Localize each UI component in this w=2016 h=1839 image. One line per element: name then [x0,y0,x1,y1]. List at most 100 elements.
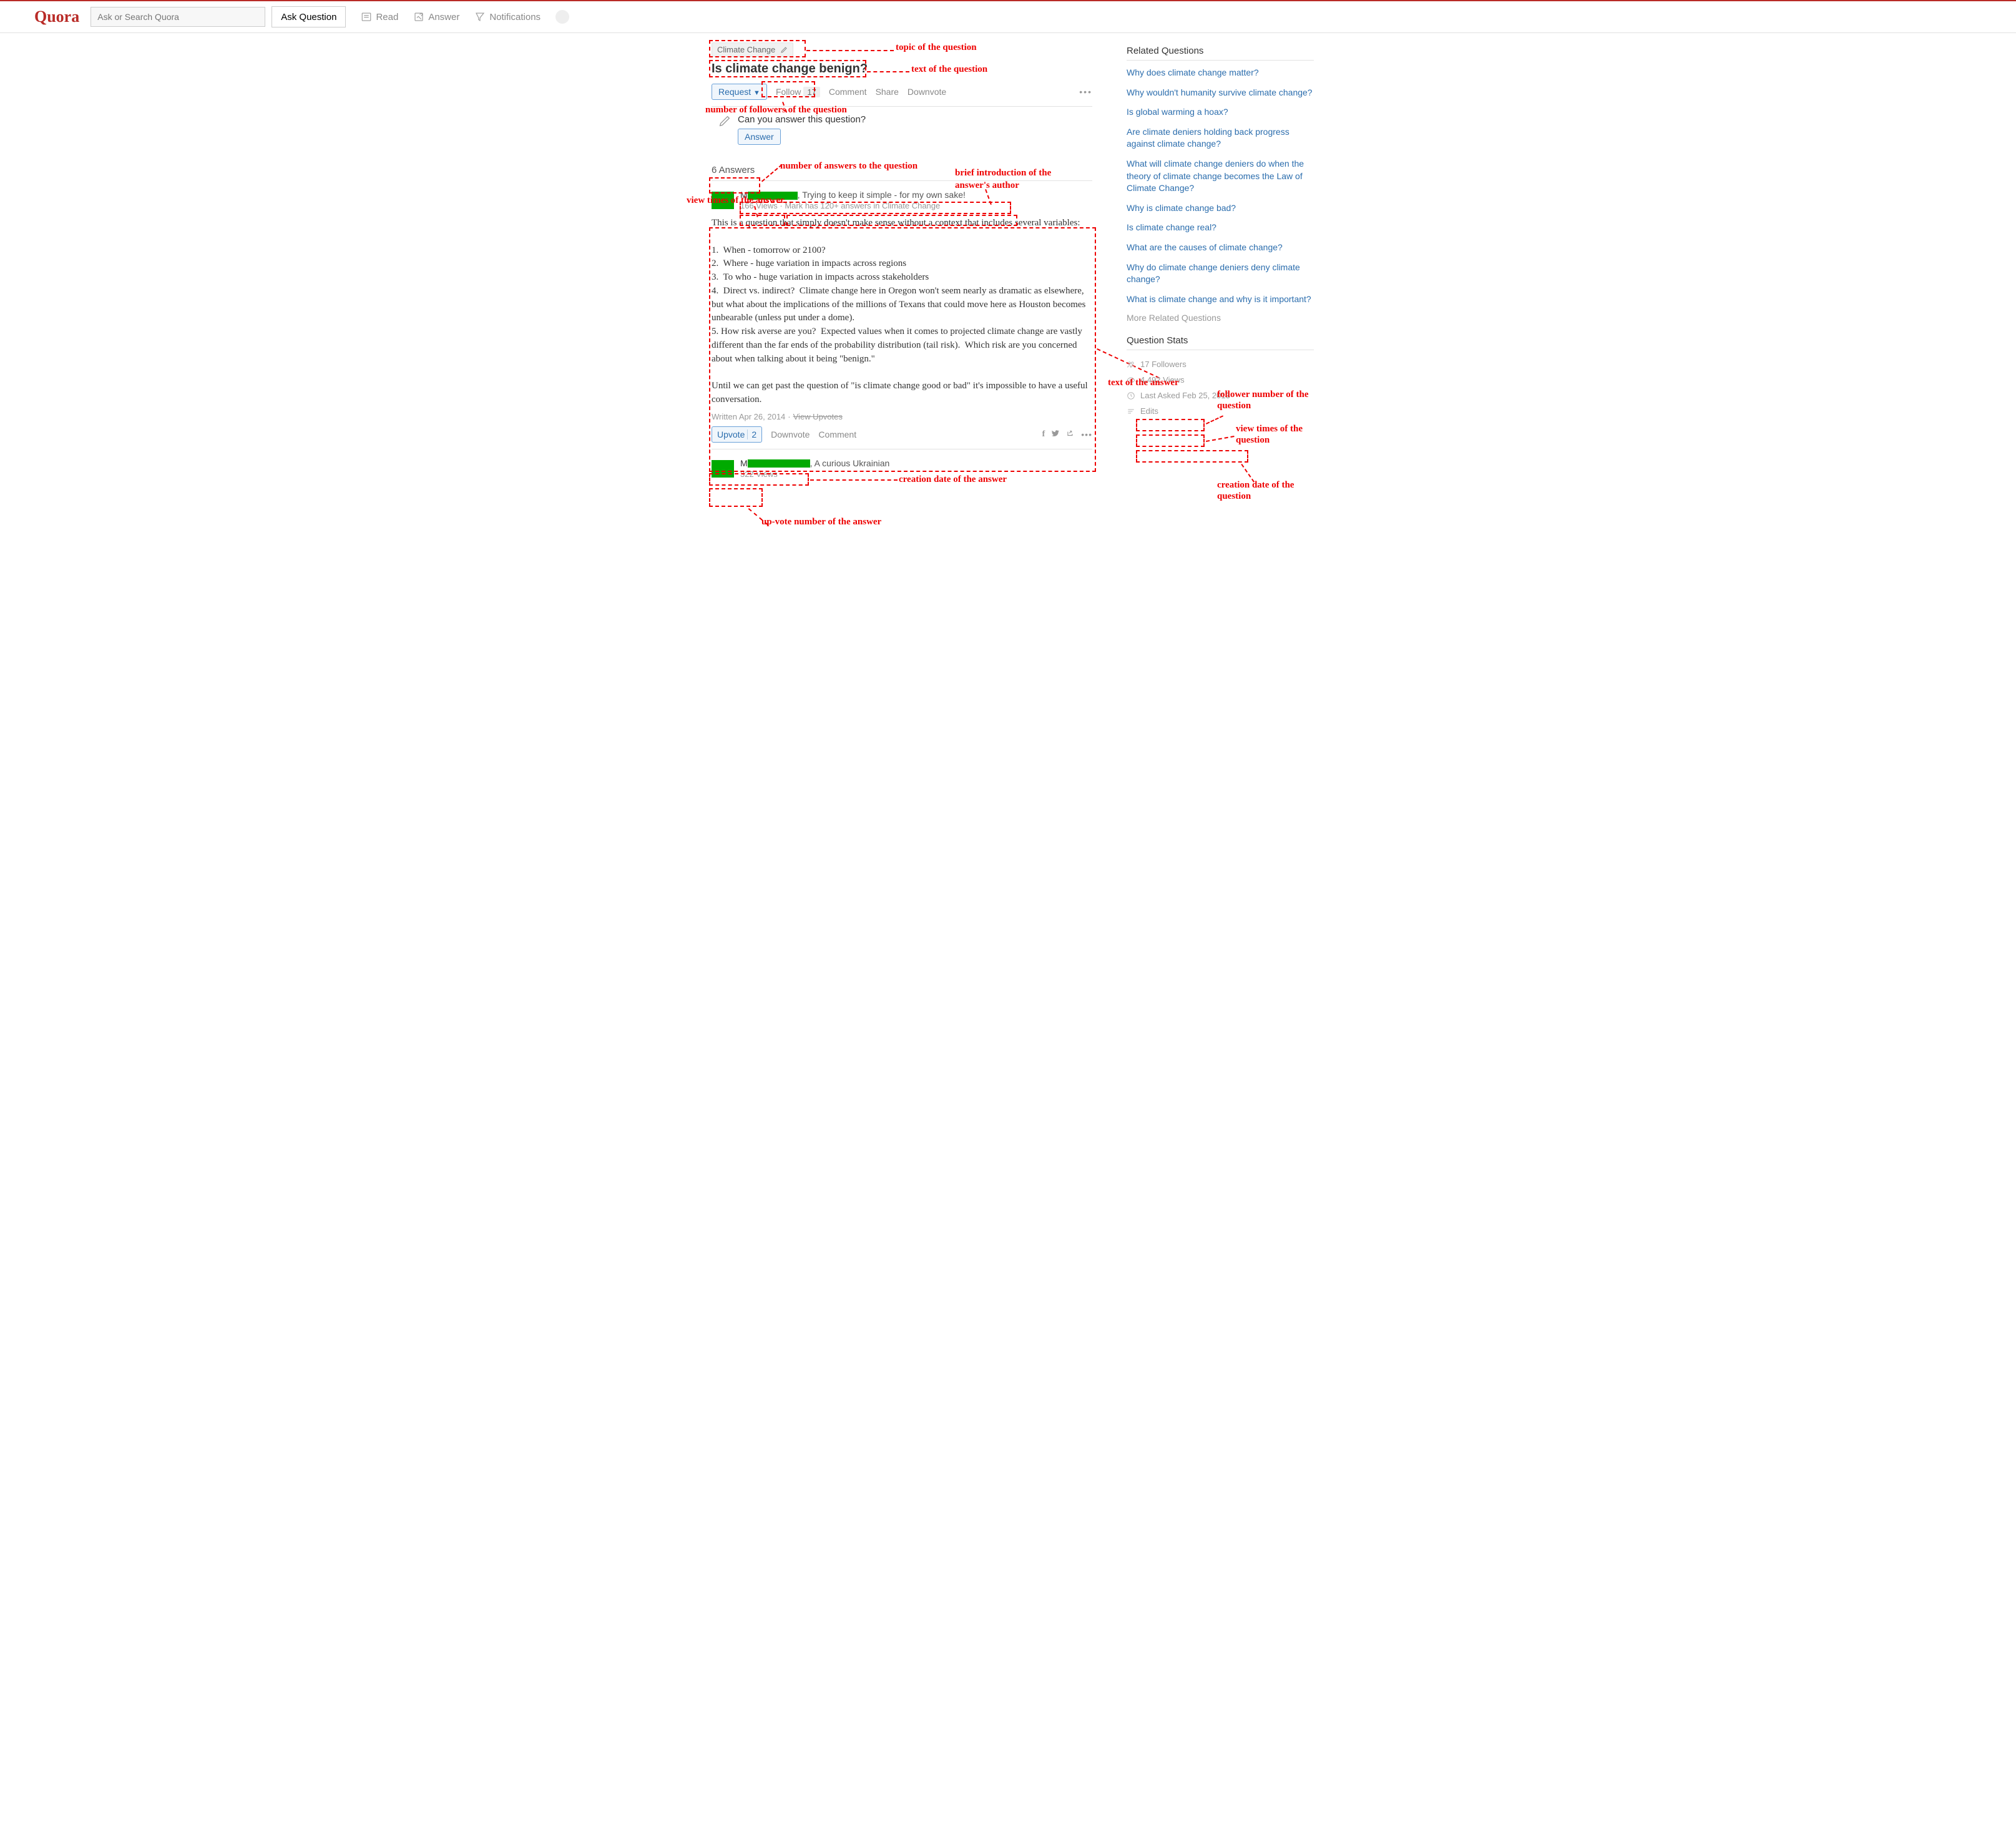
anno-label-upvotes: up-vote number of the answer [761,517,881,527]
answer-prompt: Can you answer this question? Answer [712,107,1092,152]
related-questions-title: Related Questions [1127,46,1314,61]
read-icon [361,11,372,22]
anno-box-qviews [1136,434,1205,447]
page-content: Climate Change Is climate change benign?… [677,33,1339,504]
twitter-icon[interactable] [1051,429,1060,439]
facebook-icon[interactable]: f [1042,429,1045,439]
more-related-link[interactable]: More Related Questions [1127,313,1314,323]
nav-answer[interactable]: Answer [413,11,459,22]
answer-comment-link[interactable]: Comment [818,429,856,439]
answer-icon [413,11,424,22]
eye-icon [1127,376,1135,385]
list-item: Why is climate change bad? [1127,202,1314,215]
anno-line [748,508,768,525]
answer-block: M, A curious Ukrainian 322 Views [712,449,1092,479]
answer-date: Written Apr 26, 2014 [712,412,785,421]
nav-notifications[interactable]: Notifications [474,11,541,22]
related-questions-list: Why does climate change matter? Why woul… [1127,67,1314,305]
list-item: What are the causes of climate change? [1127,242,1314,254]
anno-line [1241,464,1255,483]
comment-link[interactable]: Comment [829,87,867,97]
follow-count: 17 [803,87,820,97]
downvote-link[interactable]: Downvote [908,87,946,97]
quora-logo[interactable]: Quora [34,7,79,26]
followers-icon [1127,360,1135,369]
user-avatar[interactable] [555,10,569,24]
related-link[interactable]: Why wouldn't humanity survive climate ch… [1127,87,1313,97]
more-options-icon[interactable]: ••• [1079,87,1092,97]
answer-downvote-link[interactable]: Downvote [771,429,810,439]
stats-views: 4,492 Views [1127,372,1314,388]
sidebar: Related Questions Why does climate chang… [1127,42,1314,479]
anno-label-qviews: view times of the question [1236,423,1323,446]
author-avatar[interactable] [712,192,734,209]
question-stats-title: Question Stats [1127,335,1314,350]
related-link[interactable]: Why do climate change deniers deny clima… [1127,262,1300,285]
author-bio: , A curious Ukrainian [810,458,890,468]
stats-followers: 17 Followers [1127,356,1314,372]
anno-line [810,479,898,481]
share-out-icon[interactable] [1066,429,1075,439]
nav-read[interactable]: Read [361,11,398,22]
upvote-button[interactable]: Upvote2 [712,426,762,443]
topic-pill[interactable]: Climate Change [712,42,793,57]
anno-box-qcreation [1136,450,1248,463]
author-avatar[interactable] [712,460,734,478]
list-item: Is global warming a hoax? [1127,106,1314,119]
follow-button[interactable]: Follow 17 [776,87,820,97]
related-link[interactable]: What is climate change and why is it imp… [1127,294,1311,304]
stats-last-asked: Last Asked Feb 25, 2013 [1127,388,1314,403]
notifications-icon [474,11,486,22]
search-input[interactable] [91,7,265,27]
author-line: M , Trying to keep it simple - for my own… [740,190,1092,200]
anno-label-qcreation: creation date of the question [1217,479,1304,502]
view-upvotes-link[interactable]: View Upvotes [793,412,843,421]
list-item: Why do climate change deniers deny clima… [1127,262,1314,286]
answer-block: M , Trying to keep it simple - for my own… [712,181,1092,449]
answer-social-icons: f ••• [1042,429,1092,439]
related-link[interactable]: Why is climate change bad? [1127,203,1236,213]
anno-box-upvotes [709,488,763,507]
list-item: Is climate change real? [1127,222,1314,234]
list-item: Why does climate change matter? [1127,67,1314,79]
nav-read-label: Read [376,12,398,22]
related-link[interactable]: Are climate deniers holding back progres… [1127,127,1289,149]
author-name[interactable]: M [740,458,748,468]
related-link[interactable]: Is climate change real? [1127,222,1216,232]
pencil-icon [780,46,788,54]
ask-question-button[interactable]: Ask Question [272,6,346,27]
answer-header: M , Trying to keep it simple - for my own… [712,190,1092,210]
nav-answer-label: Answer [428,12,459,22]
related-link[interactable]: Why does climate change matter? [1127,67,1259,77]
question-action-bar: Request ▼ Follow 17 Comment Share Downvo… [712,84,1092,107]
stats-edits[interactable]: Edits [1127,403,1314,419]
pencil-large-icon [718,114,732,130]
list-item: Why wouldn't humanity survive climate ch… [1127,87,1314,99]
list-item: Are climate deniers holding back progres… [1127,126,1314,150]
upvote-count: 2 [747,429,756,439]
answer-button[interactable]: Answer [738,129,781,145]
answer-footer-meta: Written Apr 26, 2014·View Upvotes [712,412,1092,421]
question-title: Is climate change benign? [712,62,1092,76]
author-name-redacted [748,459,810,468]
anno-box-qfollowers [1136,419,1205,431]
author-bio: , Trying to keep it simple - for my own … [798,190,966,200]
related-link[interactable]: What are the causes of climate change? [1127,242,1283,252]
related-link[interactable]: What will climate change deniers do when… [1127,159,1304,193]
more-icon[interactable]: ••• [1081,429,1092,439]
share-link[interactable]: Share [876,87,899,97]
answers-count-label: 6 Answers [712,152,1092,181]
anno-line [1206,436,1235,442]
request-button[interactable]: Request ▼ [712,84,767,100]
list-item: What is climate change and why is it imp… [1127,293,1314,306]
header-bar: Quora Ask Question Read Answer Notificat… [0,1,2016,33]
main-column: Climate Change Is climate change benign?… [712,42,1092,479]
anno-label-topic: topic of the question [896,42,977,53]
author-name[interactable]: M [740,190,748,200]
author-credential[interactable]: Mark has 120+ answers in Climate Change [785,201,940,210]
related-link[interactable]: Is global warming a hoax? [1127,107,1228,117]
answer-action-bar: Upvote2 Downvote Comment f ••• [712,426,1092,443]
answer-views: 166 Views [740,201,778,210]
answer-header: M, A curious Ukrainian 322 Views [712,458,1092,479]
topic-label: Climate Change [717,45,775,54]
